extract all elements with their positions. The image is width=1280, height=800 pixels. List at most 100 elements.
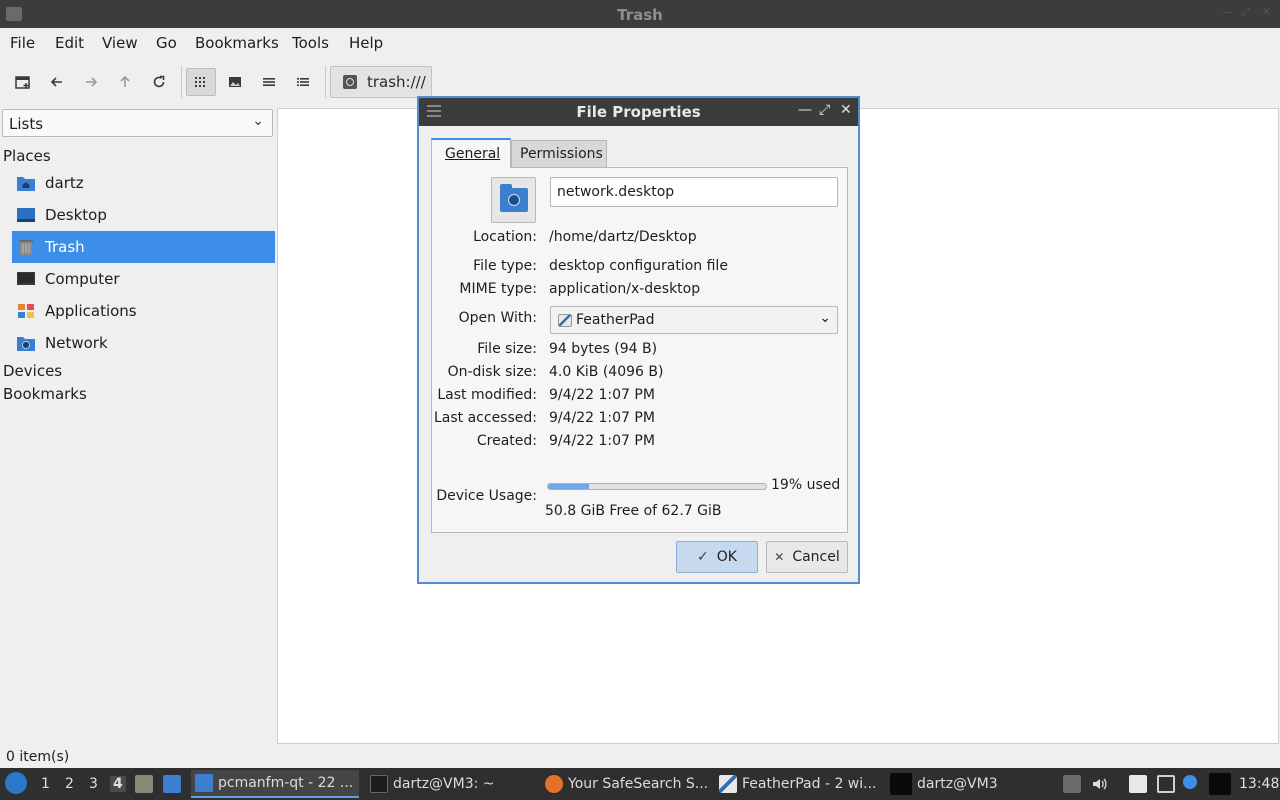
task-label: dartz@VM3: ~ [393,776,495,792]
sidebar-item-desktop[interactable]: Desktop [12,199,275,231]
new-tab-icon[interactable] [8,68,38,96]
desktop-launcher-icon[interactable] [163,775,181,793]
file-size-value: 94 bytes (94 B) [549,341,658,357]
created-value: 9/4/22 1:07 PM [549,433,655,449]
volume-icon[interactable] [1091,775,1109,793]
section-devices[interactable]: Devices [3,362,62,380]
ok-label: OK [716,549,737,565]
filename-value: network.desktop [557,184,675,200]
task-label: pcmanfm-qt - 22 ... [218,775,354,791]
sidebar-item-label: Applications [45,302,137,320]
cancel-button[interactable]: ✕ Cancel [766,541,848,573]
tab-general[interactable]: General [431,138,511,168]
task-label: FeatherPad - 2 wi... [742,776,877,792]
device-usage-bar [547,483,767,490]
close-icon[interactable]: ✕ [1262,8,1272,18]
sidebar-item-computer[interactable]: Computer [12,263,275,295]
clock[interactable]: 13:48 [1239,776,1279,792]
menu-help[interactable]: Help [349,34,383,52]
thumbnail-view-icon[interactable] [220,68,250,96]
notification-icon[interactable] [1183,775,1197,789]
menubar: File Edit View Go Bookmarks Tools Help [0,28,1280,58]
on-disk-size-value: 4.0 KiB (4096 B) [549,364,664,380]
chevron-down-icon: ⌄ [819,310,831,326]
network-folder-icon [17,337,35,351]
task-featherpad[interactable]: FeatherPad - 2 wi... [715,770,883,798]
workspace-4[interactable]: 4 [110,776,126,792]
sidebar-item-dartz[interactable]: dartz [12,167,275,199]
sidebar-mode-select[interactable]: Lists ⌄ [2,109,273,137]
reload-icon[interactable] [144,68,174,96]
forward-icon[interactable] [76,68,106,96]
minimize-icon[interactable]: — [798,102,812,118]
task-terminal-2[interactable]: dartz@VM3 [886,770,1054,798]
files-launcher-icon[interactable] [135,775,153,793]
menu-file[interactable]: File [10,34,35,52]
tray-terminal-icon[interactable] [1209,773,1231,795]
sidebar-item-network[interactable]: Network [12,327,275,359]
menu-go[interactable]: Go [156,34,177,52]
clipboard-icon[interactable] [1129,775,1147,793]
file-type-label: File type: [473,258,537,274]
start-menu-icon[interactable] [5,772,27,794]
network-icon[interactable] [1157,775,1175,793]
sidebar-mode-value: Lists [9,115,44,133]
minimize-icon[interactable]: — [1222,8,1232,18]
menu-bookmarks[interactable]: Bookmarks [195,34,279,52]
toolbar-separator [181,66,182,98]
taskbar: 1 2 3 4 pcmanfm-qt - 22 ... dartz@VM3: ~… [0,768,1280,800]
workspace-3[interactable]: 3 [89,776,98,792]
device-usage-fill [548,484,590,489]
mime-type-label: MIME type: [459,281,537,297]
menu-edit[interactable]: Edit [55,34,84,52]
section-places[interactable]: Places [3,147,51,165]
icon-view-icon[interactable] [186,68,216,96]
task-firefox[interactable]: Your SafeSearch S... [541,770,709,798]
task-pcmanfm[interactable]: pcmanfm-qt - 22 ... [191,770,359,798]
tab-general-label: General [445,146,501,162]
close-icon[interactable]: ✕ [840,102,852,118]
folder-icon [195,774,213,792]
maximize-icon[interactable]: ⤢ [1242,8,1252,18]
compact-view-icon[interactable] [254,68,284,96]
task-label: Your SafeSearch S... [568,776,709,792]
open-with-value: FeatherPad [576,312,655,328]
sidebar-item-label: Desktop [45,206,107,224]
window-titlebar: Trash — ⤢ ✕ [0,0,1280,28]
menu-view[interactable]: View [102,34,138,52]
path-label: trash:/// [367,73,426,91]
mime-type-value: application/x-desktop [549,281,701,297]
tab-permissions[interactable]: Permissions [511,140,607,168]
file-type-value: desktop configuration file [549,258,728,274]
trash-location-icon [343,75,357,89]
filename-input[interactable]: network.desktop [550,177,838,207]
back-icon[interactable] [42,68,72,96]
task-label: dartz@VM3 [917,776,998,792]
close-icon: ✕ [774,550,785,564]
device-usage-percent: 19% used [771,477,841,493]
section-bookmarks[interactable]: Bookmarks [3,385,87,403]
maximize-icon[interactable]: ⤢ [819,102,830,118]
sidebar-item-applications[interactable]: Applications [12,295,275,327]
workspace-1[interactable]: 1 [41,776,50,792]
trash-icon [19,240,33,255]
sidebar-item-label: Network [45,334,108,352]
location-label: Location: [473,229,537,245]
firefox-icon [545,775,563,793]
file-icon-button[interactable] [491,177,536,223]
workspace-2[interactable]: 2 [65,776,74,792]
tab-permissions-label: Permissions [520,146,603,162]
toolbar-separator [325,66,326,98]
task-terminal-1[interactable]: dartz@VM3: ~ [366,770,534,798]
open-with-select[interactable]: FeatherPad ⌄ [550,306,838,334]
updates-icon[interactable] [1063,775,1081,793]
ok-button[interactable]: ✓ OK [676,541,758,573]
path-button[interactable]: trash:/// [330,66,432,98]
window-title: Trash [617,6,663,24]
menu-tools[interactable]: Tools [292,34,329,52]
detailed-list-view-icon[interactable] [288,68,318,96]
featherpad-icon [558,314,572,327]
up-icon[interactable] [110,68,140,96]
on-disk-size-label: On-disk size: [447,364,537,380]
sidebar-item-trash[interactable]: Trash [12,231,275,263]
